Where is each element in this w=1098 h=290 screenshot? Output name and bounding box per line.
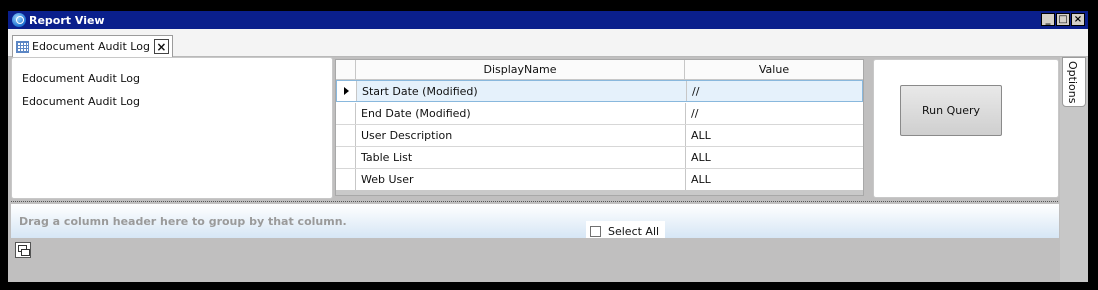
- row-indicator: [337, 81, 357, 101]
- table-row[interactable]: Start Date (Modified) //: [336, 80, 863, 102]
- select-all-checkbox[interactable]: [590, 225, 601, 237]
- options-sidebar: Options: [1060, 57, 1088, 282]
- export-icon[interactable]: [15, 242, 31, 258]
- run-query-panel: Run Query: [873, 59, 1059, 198]
- window-title: Report View: [29, 13, 105, 27]
- param-value[interactable]: ALL: [691, 129, 711, 142]
- column-header-displayname[interactable]: DisplayName: [356, 60, 685, 80]
- row-indicator: [336, 147, 356, 168]
- column-header-value[interactable]: Value: [685, 60, 863, 80]
- group-by-panel[interactable]: Drag a column header here to group by th…: [11, 204, 1059, 241]
- title-bar[interactable]: Report View _ □ ×: [8, 11, 1088, 29]
- row-indicator: [336, 125, 356, 146]
- maximize-button[interactable]: □: [1056, 13, 1070, 26]
- report-content: Edocument Audit Log Edocument Audit Log …: [8, 57, 1088, 282]
- tab-edocument-audit-log[interactable]: Edocument Audit Log ×: [12, 35, 173, 57]
- report-view-window: Report View _ □ × Edocument Audit Log × …: [7, 10, 1089, 283]
- report-info-panel: Edocument Audit Log Edocument Audit Log: [11, 57, 333, 199]
- param-value[interactable]: ALL: [691, 173, 711, 186]
- table-row[interactable]: Web User ALL: [336, 169, 863, 191]
- param-value[interactable]: //: [691, 107, 698, 120]
- table-row[interactable]: End Date (Modified) //: [336, 103, 863, 125]
- options-tab-label: Options: [1066, 61, 1079, 104]
- tab-label: Edocument Audit Log: [32, 40, 150, 53]
- table-row[interactable]: User Description ALL: [336, 125, 863, 147]
- window-controls: _ □ ×: [1041, 13, 1085, 26]
- row-indicator: [336, 103, 356, 124]
- app-icon: [12, 13, 26, 27]
- parameters-grid: DisplayName Value Start Date (Modified) …: [335, 59, 864, 196]
- report-name-label: Edocument Audit Log: [22, 72, 140, 85]
- row-indicator: [336, 169, 356, 190]
- param-name: Start Date (Modified): [362, 85, 478, 98]
- param-name: Table List: [361, 151, 413, 164]
- group-by-hint: Drag a column header here to group by th…: [19, 215, 347, 228]
- document-tabstrip: Edocument Audit Log ×: [8, 29, 1088, 57]
- run-query-button[interactable]: Run Query: [900, 85, 1002, 136]
- tab-close-icon[interactable]: ×: [153, 39, 169, 54]
- current-row-arrow-icon: [344, 87, 349, 95]
- row-indicator-header: [336, 60, 356, 80]
- results-area: [11, 238, 1059, 282]
- grid-icon: [16, 40, 29, 53]
- table-row[interactable]: Table List ALL: [336, 147, 863, 169]
- param-name: End Date (Modified): [361, 107, 471, 120]
- param-name: User Description: [361, 129, 453, 142]
- grid-horizontal-scrollbar[interactable]: [336, 190, 863, 195]
- param-value[interactable]: ALL: [691, 151, 711, 164]
- param-name: Web User: [361, 173, 414, 186]
- minimize-button[interactable]: _: [1041, 13, 1055, 26]
- options-tab[interactable]: Options: [1062, 57, 1086, 107]
- select-all-label: Select All: [608, 224, 660, 238]
- close-button[interactable]: ×: [1071, 13, 1085, 26]
- param-value[interactable]: //: [692, 85, 699, 98]
- report-description-label: Edocument Audit Log: [22, 95, 140, 108]
- screen-frame: Report View _ □ × Edocument Audit Log × …: [0, 0, 1098, 290]
